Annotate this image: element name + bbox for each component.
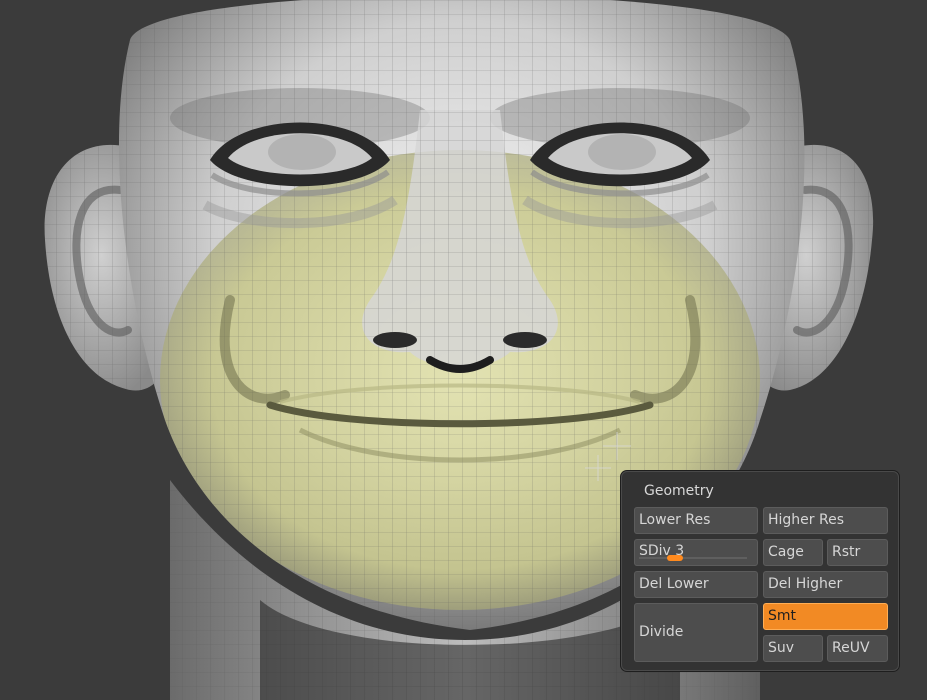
del-lower-button[interactable]: Del Lower: [634, 571, 758, 598]
geometry-title[interactable]: Geometry: [644, 483, 714, 499]
reuv-button[interactable]: ReUV: [827, 635, 888, 662]
geometry-panel: Geometry Lower Res Higher Res SDiv 3 Cag…: [621, 471, 899, 671]
suv-toggle[interactable]: Suv: [763, 635, 823, 662]
del-higher-button[interactable]: Del Higher: [763, 571, 888, 598]
divide-button[interactable]: Divide: [634, 603, 758, 662]
cage-button[interactable]: Cage: [763, 539, 823, 566]
sdiv-slider-track: [639, 557, 747, 559]
rstr-button[interactable]: Rstr: [827, 539, 888, 566]
higher-res-button[interactable]: Higher Res: [763, 507, 888, 534]
smt-toggle[interactable]: Smt: [763, 603, 888, 630]
sdiv-slider-knob[interactable]: [667, 555, 683, 561]
sdiv-slider[interactable]: SDiv 3: [634, 539, 758, 566]
lower-res-button[interactable]: Lower Res: [634, 507, 758, 534]
